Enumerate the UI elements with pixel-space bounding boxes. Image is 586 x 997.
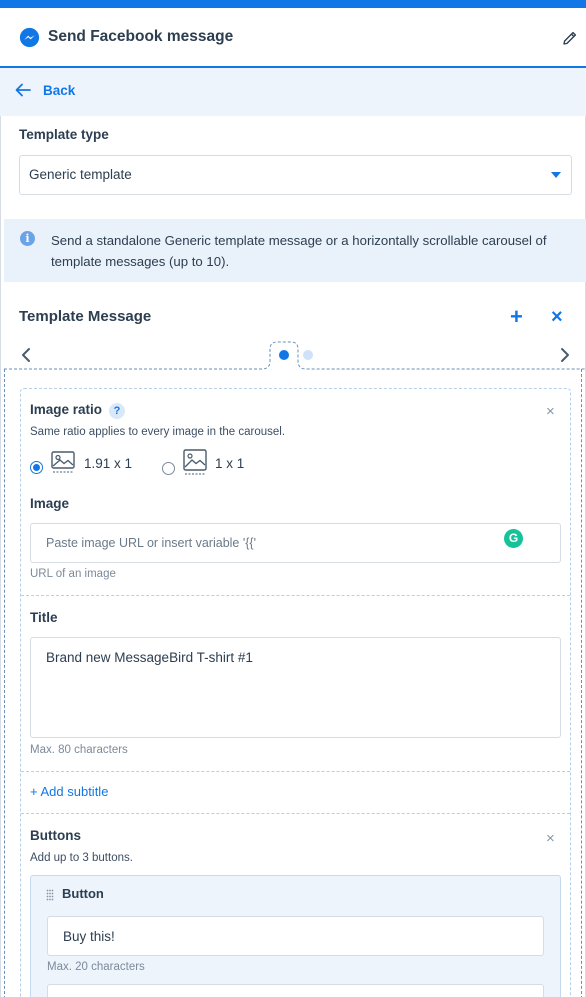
back-bar: Back	[0, 68, 586, 116]
image-wide-icon	[51, 451, 75, 473]
button-text-value: Buy this!	[63, 929, 115, 944]
button-second-input[interactable]	[47, 984, 544, 997]
drag-handle-icon[interactable]	[46, 889, 54, 901]
info-text: Send a standalone Generic template messa…	[51, 233, 547, 269]
chevron-left-icon[interactable]	[20, 347, 32, 363]
carousel-dot-active[interactable]	[279, 350, 289, 360]
image-square-icon	[183, 449, 207, 475]
button-text-input[interactable]: Buy this!	[47, 916, 544, 956]
add-template-button[interactable]: +	[510, 306, 523, 328]
info-banner: i Send a standalone Generic template mes…	[4, 219, 586, 282]
ratio-option-label[interactable]: 1.91 x 1	[84, 456, 132, 471]
title-hint: Max. 80 characters	[30, 744, 128, 756]
remove-template-button[interactable]: ×	[551, 306, 563, 328]
close-image-ratio-button[interactable]: ×	[546, 403, 555, 420]
back-button[interactable]: Back	[43, 83, 75, 98]
title-label: Title	[30, 610, 58, 625]
close-buttons-button[interactable]: ×	[546, 830, 555, 847]
ratio-radio-191[interactable]	[30, 461, 43, 474]
button-heading: Button	[62, 886, 104, 901]
image-ratio-label: Image ratio	[30, 402, 103, 417]
title-textarea[interactable]: Brand new MessageBird T-shirt #1	[30, 637, 561, 738]
image-ratio-description: Same ratio applies to every image in the…	[30, 426, 286, 438]
carousel-dot[interactable]	[303, 350, 313, 360]
image-label: Image	[30, 496, 70, 511]
arrow-left-icon[interactable]	[15, 83, 31, 97]
messenger-icon	[19, 27, 40, 48]
ratio-radio-1x1[interactable]	[162, 462, 175, 475]
top-accent-bar	[0, 0, 586, 8]
title-value: Brand new MessageBird T-shirt #1	[46, 650, 253, 665]
grammarly-icon[interactable]: G	[504, 529, 523, 548]
template-message-heading: Template Message	[19, 308, 152, 325]
image-url-placeholder: Paste image URL or insert variable '{{'	[46, 536, 256, 550]
button-hint: Max. 20 characters	[47, 961, 145, 973]
image-url-input[interactable]: Paste image URL or insert variable '{{'	[30, 523, 561, 563]
info-icon: i	[20, 231, 35, 246]
caret-down-icon	[551, 172, 561, 178]
help-icon[interactable]: ?	[109, 403, 125, 419]
template-type-label: Template type	[19, 127, 109, 142]
page-title: Send Facebook message	[48, 28, 234, 45]
add-subtitle-button[interactable]: + Add subtitle	[30, 784, 108, 799]
divider	[21, 813, 570, 814]
divider	[21, 595, 570, 596]
divider	[21, 771, 570, 772]
panel-header: Send Facebook message	[0, 8, 586, 68]
pencil-icon[interactable]	[561, 29, 579, 47]
template-type-select[interactable]: Generic template	[19, 155, 572, 195]
ratio-option-label[interactable]: 1 x 1	[215, 456, 244, 471]
image-hint: URL of an image	[30, 568, 116, 580]
chevron-right-icon[interactable]	[559, 347, 571, 363]
template-type-value: Generic template	[29, 167, 132, 182]
buttons-label: Buttons	[30, 828, 81, 843]
buttons-description: Add up to 3 buttons.	[30, 852, 133, 864]
